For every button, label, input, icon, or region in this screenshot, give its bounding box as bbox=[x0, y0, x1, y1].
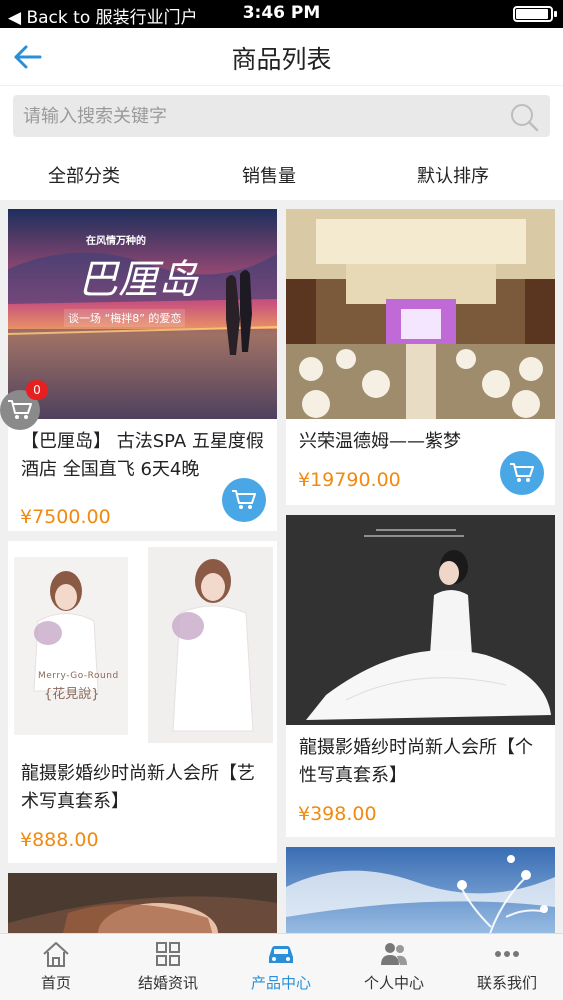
image-caption-title: {花見說} bbox=[44, 687, 100, 702]
product-name[interactable]: 龍摄影婚纱时尚新人会所【艺术写真套系】 bbox=[21, 760, 271, 816]
search-box[interactable] bbox=[13, 95, 550, 137]
shopping-cart-icon bbox=[232, 490, 256, 509]
search-bar bbox=[0, 86, 563, 148]
product-image[interactable] bbox=[286, 847, 555, 933]
product-list: 在风情万种的 巴厘岛 谈一场 “梅拌8” 的爱恋 【巴厘岛】 古法SPA 五星度… bbox=[0, 200, 563, 933]
tab-profile-label[interactable]: 个人中心 bbox=[338, 972, 450, 993]
image-caption-title: 巴厘岛 bbox=[78, 257, 198, 303]
filter-sort[interactable]: 默认排序 bbox=[417, 160, 489, 190]
product-image[interactable]: Merry-Go-Round {花見說} bbox=[8, 541, 277, 751]
battery-icon bbox=[513, 6, 557, 22]
cart-badge: 0 bbox=[26, 380, 48, 400]
shopping-cart-icon bbox=[510, 463, 534, 482]
page-title: 商品列表 bbox=[231, 45, 332, 74]
filter-sales-label[interactable]: 销售量 bbox=[242, 162, 296, 188]
add-to-cart-button[interactable] bbox=[500, 451, 544, 495]
battery-level bbox=[516, 9, 549, 19]
product-price: ¥19790.00 bbox=[298, 469, 401, 491]
product-price: ¥7500.00 bbox=[20, 506, 111, 528]
home-icon bbox=[43, 942, 69, 967]
filter-category[interactable]: 全部分类 bbox=[48, 160, 120, 190]
more-icon bbox=[495, 951, 519, 957]
filter-sales[interactable]: 销售量 bbox=[242, 160, 296, 190]
product-name[interactable]: 兴荣温德姆——紫梦 bbox=[299, 428, 549, 456]
product-card[interactable]: Merry-Go-Round {花見說} 龍摄影婚纱时尚新人会所【艺术写真套系】… bbox=[8, 541, 277, 863]
bottom-tab-bar: 首页 结婚资讯 产品中心 个人中心 联系我们 bbox=[0, 933, 563, 1000]
tab-wedding-news-label[interactable]: 结婚资讯 bbox=[112, 972, 224, 993]
product-image[interactable]: 在风情万种的 巴厘岛 谈一场 “梅拌8” 的爱恋 bbox=[8, 209, 277, 419]
add-to-cart-button[interactable] bbox=[222, 478, 266, 522]
filter-sort-label[interactable]: 默认排序 bbox=[417, 162, 489, 188]
tab-products[interactable]: 产品中心 bbox=[225, 934, 337, 1000]
product-name[interactable]: 【巴厘岛】 古法SPA 五星度假酒店 全国直飞 6天4晚 bbox=[21, 428, 271, 484]
image-caption-small: 在风情万种的 bbox=[86, 236, 146, 247]
product-card[interactable] bbox=[8, 873, 277, 933]
search-icon[interactable] bbox=[508, 101, 540, 133]
header: 商品列表 bbox=[0, 28, 563, 86]
tab-wedding-news[interactable]: 结婚资讯 bbox=[112, 934, 224, 1000]
shopping-cart-icon bbox=[8, 400, 32, 419]
tab-home-label[interactable]: 首页 bbox=[0, 972, 112, 993]
product-price: ¥888.00 bbox=[20, 829, 99, 851]
product-image[interactable] bbox=[286, 209, 555, 419]
product-card[interactable]: 兴荣温德姆——紫梦 ¥19790.00 bbox=[286, 209, 555, 505]
product-image[interactable] bbox=[286, 515, 555, 725]
status-bar: ◀ Back to 服装行业门户 3:46 PM bbox=[0, 0, 563, 28]
tab-contact-label[interactable]: 联系我们 bbox=[451, 972, 563, 993]
filter-category-label[interactable]: 全部分类 bbox=[48, 162, 120, 188]
product-card[interactable] bbox=[286, 847, 555, 933]
users-icon bbox=[381, 943, 407, 965]
image-caption-small: Merry-Go-Round bbox=[38, 671, 119, 681]
car-icon bbox=[269, 946, 293, 963]
product-image[interactable] bbox=[8, 873, 277, 933]
status-time: 3:46 PM bbox=[242, 3, 321, 23]
grid-icon bbox=[156, 942, 180, 966]
tab-profile[interactable]: 个人中心 bbox=[338, 934, 450, 1000]
image-caption-line: 谈一场 “梅拌8” 的爱恋 bbox=[64, 309, 186, 327]
tab-home[interactable]: 首页 bbox=[0, 934, 112, 1000]
tab-contact[interactable]: 联系我们 bbox=[451, 934, 563, 1000]
product-card[interactable]: 龍摄影婚纱时尚新人会所【个性写真套系】 ¥398.00 bbox=[286, 515, 555, 837]
filter-bar: 全部分类 销售量 默认排序 bbox=[0, 148, 563, 200]
tab-products-label[interactable]: 产品中心 bbox=[225, 972, 337, 993]
product-name[interactable]: 龍摄影婚纱时尚新人会所【个性写真套系】 bbox=[299, 734, 549, 790]
product-price: ¥398.00 bbox=[298, 803, 377, 825]
search-input[interactable] bbox=[23, 95, 493, 137]
